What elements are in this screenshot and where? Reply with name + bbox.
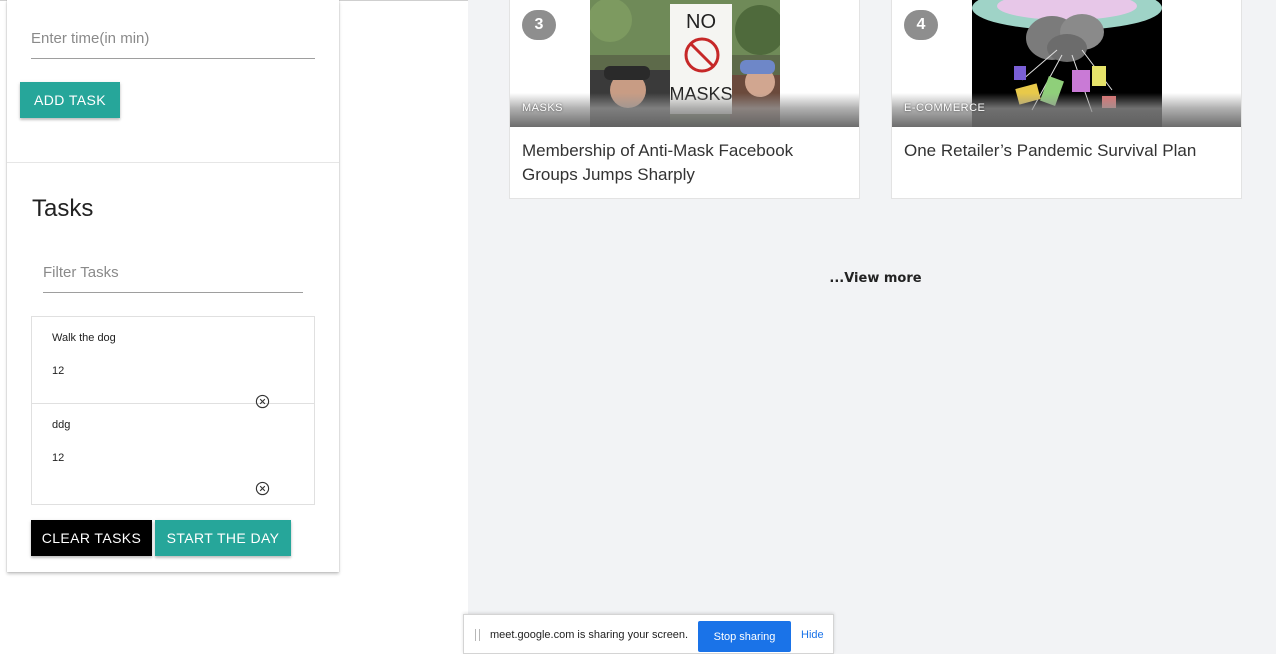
article-image[interactable]: 4 E-COMMERCE <box>892 0 1241 127</box>
task-time: 12 <box>52 452 65 464</box>
news-content-area: NO MASKS 3 MASKS Membership of Anti-Mask… <box>468 0 1276 654</box>
article-headline[interactable]: One Retailer’s Pandemic Survival Plan <box>904 139 1224 163</box>
article-card[interactable]: NO MASKS 3 MASKS Membership of Anti-Mask… <box>509 0 860 199</box>
task-item: Walk the dog 12 <box>32 317 314 409</box>
article-headline[interactable]: Membership of Anti-Mask Facebook Groups … <box>522 139 842 187</box>
remove-task-icon[interactable] <box>255 481 270 496</box>
category-label: MASKS <box>522 102 564 114</box>
task-item: ddg 12 <box>32 404 314 496</box>
task-name: ddg <box>52 419 71 431</box>
rank-badge: 3 <box>522 10 556 40</box>
stop-sharing-button[interactable]: Stop sharing <box>698 621 791 652</box>
task-list: Walk the dog 12 ddg 12 <box>31 316 315 505</box>
article-card[interactable]: 4 E-COMMERCE One Retailer’s Pandemic Sur… <box>891 0 1242 199</box>
tasks-heading: Tasks <box>32 195 94 222</box>
hide-link[interactable]: Hide <box>801 629 824 641</box>
task-name: Walk the dog <box>52 332 116 344</box>
start-the-day-button[interactable]: START THE DAY <box>155 520 291 556</box>
share-message: meet.google.com is sharing your screen. <box>490 629 689 641</box>
task-time: 12 <box>52 365 65 377</box>
add-task-button[interactable]: ADD TASK <box>20 82 120 118</box>
filter-tasks-input[interactable] <box>43 258 303 293</box>
view-more-link[interactable]: ...View more <box>828 268 923 288</box>
screen-share-bar: meet.google.com is sharing your screen. … <box>463 614 834 654</box>
panel-divider <box>7 162 339 163</box>
time-input[interactable] <box>31 24 315 59</box>
drag-handle-icon[interactable] <box>474 629 482 641</box>
article-image[interactable]: NO MASKS 3 MASKS <box>510 0 859 127</box>
category-label: E-COMMERCE <box>904 102 986 114</box>
rank-badge: 4 <box>904 10 938 40</box>
clear-tasks-button[interactable]: CLEAR TASKS <box>31 520 152 556</box>
sign-text-no: NO <box>686 11 716 33</box>
